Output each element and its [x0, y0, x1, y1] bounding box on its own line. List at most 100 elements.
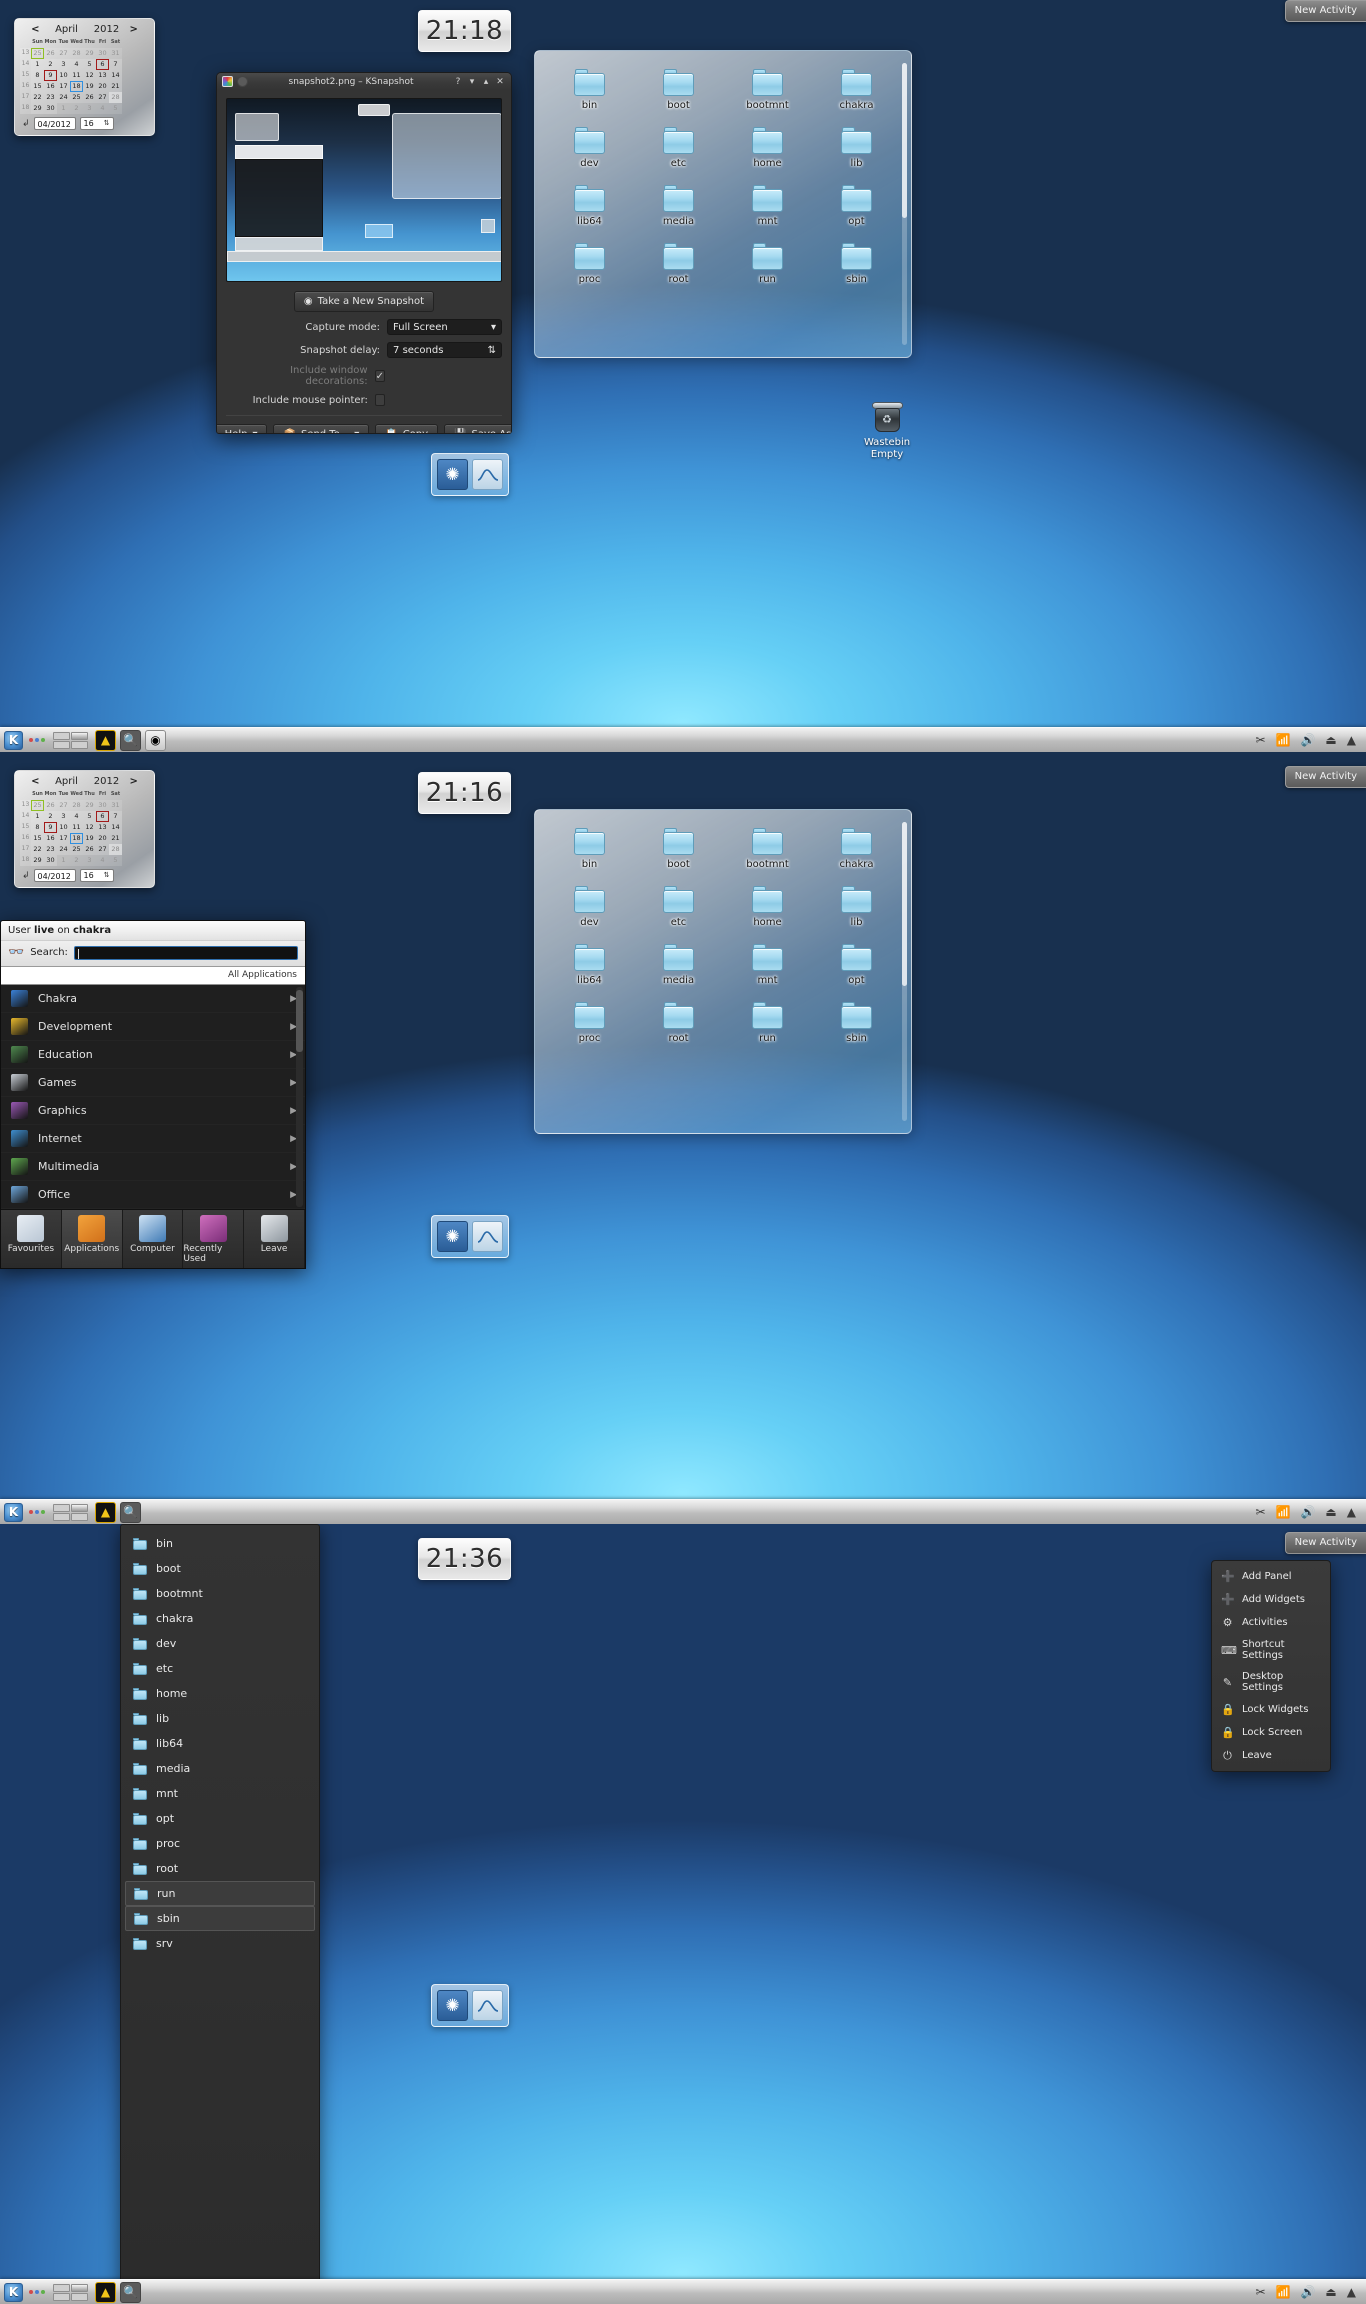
kickoff-category-item[interactable]: Development ▶ [1, 1013, 305, 1041]
kickoff-category-list[interactable]: Chakra ▶ Development ▶ Education ▶ Games ▶ Graph… [1, 985, 305, 1209]
calendar-day[interactable]: 11 [70, 822, 83, 833]
calendar-day[interactable]: 7 [109, 811, 122, 822]
calendar-day[interactable]: 31 [109, 800, 122, 811]
calendar-day[interactable]: 2 [70, 855, 83, 866]
folder-view-item[interactable]: opt [812, 944, 901, 986]
calendar-day[interactable]: 14 [109, 70, 122, 81]
calendar-day[interactable]: 31 [109, 48, 122, 59]
calendar-day[interactable]: 28 [109, 92, 122, 103]
calendar-day[interactable]: 24 [57, 844, 70, 855]
folder-list-item[interactable]: proc [121, 1831, 319, 1856]
take-new-snapshot-button[interactable]: ◉ Take a New Snapshot [293, 291, 435, 312]
desktop-context-menu[interactable]: ➕ Add Panel ➕ Add Widgets ⚙ Activities ⌨ Shortc… [1211, 1560, 1331, 1772]
context-menu-item[interactable]: ⚙ Activities [1212, 1611, 1330, 1634]
arrow-up-icon[interactable]: ▲ [1347, 1505, 1356, 1519]
folder-view-item[interactable]: root [634, 1002, 723, 1044]
kickoff-menu[interactable]: User live on chakra 👓 Search: All Applic… [0, 920, 306, 1269]
calendar-day[interactable]: 5 [109, 103, 122, 114]
digital-clock[interactable]: 21:18 [418, 10, 511, 52]
calendar-day[interactable]: 19 [83, 81, 96, 92]
calendar-day[interactable]: 1 [57, 103, 70, 114]
kickoff-tab-favourites[interactable]: Favourites [1, 1210, 62, 1268]
calendar-day[interactable]: 21 [109, 833, 122, 844]
calendar-day[interactable]: 3 [57, 811, 70, 822]
folder-list-item[interactable]: srv [121, 1931, 319, 1956]
monitor-app-icon[interactable] [472, 1990, 503, 2021]
folder-view-item[interactable]: etc [634, 886, 723, 928]
calendar-day[interactable]: 26 [83, 844, 96, 855]
activity-dots-icon[interactable] [29, 2290, 45, 2294]
folder-view-item[interactable]: lib [812, 127, 901, 169]
calendar-day[interactable]: 19 [83, 833, 96, 844]
calendar-day[interactable]: 20 [96, 81, 109, 92]
folder-view-widget[interactable]: bin boot bootmnt chakra dev etc home lib lib64 me… [534, 50, 912, 358]
kickoff-tab-applications[interactable]: Applications [61, 1210, 123, 1268]
system-monitor-icon[interactable]: ▲ [95, 1501, 116, 1523]
eject-icon[interactable]: ⏏ [1325, 733, 1336, 747]
folder-list-popup[interactable]: bin boot bootmnt chakra dev etc home lib lib64 me… [120, 1524, 320, 2304]
pager-page-2[interactable] [71, 2283, 88, 2292]
folder-list-item[interactable]: run [125, 1881, 315, 1906]
folder-view-item[interactable]: bin [545, 828, 634, 870]
pager-widget[interactable] [53, 731, 88, 749]
arrow-up-icon[interactable]: ▲ [1347, 2285, 1356, 2299]
folder-view-item[interactable]: mnt [723, 185, 812, 227]
reset-arrow-icon[interactable]: ↲ [22, 871, 30, 881]
task-launcher-widget[interactable]: ✺ [431, 453, 509, 496]
calendar-widget[interactable]: < April 2012 > Sun Mon Tue Wed Thu Fri Sat 13 25… [14, 770, 155, 888]
folder-view-item[interactable]: boot [634, 69, 723, 111]
task-launcher-widget[interactable]: ✺ [431, 1215, 509, 1258]
eject-icon[interactable]: ⏏ [1325, 1505, 1336, 1519]
calendar-day[interactable]: 7 [109, 59, 122, 70]
folder-view-item[interactable]: root [634, 243, 723, 285]
new-activity-tab[interactable]: New Activity [1284, 1532, 1366, 1554]
new-activity-tab[interactable]: New Activity [1284, 0, 1366, 22]
calendar-day[interactable]: 27 [57, 800, 70, 811]
help-window-icon[interactable]: ? [452, 76, 464, 88]
context-menu-item[interactable]: ⏻ Leave [1212, 1744, 1330, 1767]
folder-list-item[interactable]: mnt [121, 1781, 319, 1806]
pager-page-4[interactable] [71, 2292, 88, 2301]
folder-view-item[interactable]: bootmnt [723, 828, 812, 870]
calendar-day[interactable]: 10 [57, 822, 70, 833]
spinner-updown-icon[interactable]: ⇅ [488, 345, 496, 356]
context-menu-item[interactable]: ➕ Add Panel [1212, 1565, 1330, 1588]
folder-view-item[interactable]: media [634, 944, 723, 986]
calendar-day[interactable]: 5 [83, 811, 96, 822]
system-tray[interactable]: ✂ 📶 🔊 ⏏ ▲ [1255, 1505, 1362, 1519]
pager-page-1[interactable] [53, 2283, 70, 2292]
new-activity-tab[interactable]: New Activity [1284, 766, 1366, 788]
calendar-day[interactable]: 22 [31, 92, 44, 103]
calendar-next-button[interactable]: > [130, 24, 138, 35]
minimize-icon[interactable]: ▾ [466, 76, 478, 88]
calendar-day[interactable]: 1 [31, 59, 44, 70]
folder-view-item[interactable]: chakra [812, 69, 901, 111]
digital-clock[interactable]: 21:16 [418, 772, 511, 814]
calendar-day[interactable]: 20 [96, 833, 109, 844]
calendar-day[interactable]: 3 [83, 855, 96, 866]
calendar-date-field[interactable]: 04/2012 [33, 869, 76, 882]
pager-page-4[interactable] [71, 740, 88, 749]
kickoff-tab-computer[interactable]: Computer [123, 1210, 184, 1268]
calendar-day[interactable]: 16 [44, 833, 57, 844]
calendar-day[interactable]: 27 [96, 92, 109, 103]
pager-page-3[interactable] [53, 1512, 70, 1521]
folder-view-item[interactable]: lib64 [545, 944, 634, 986]
calendar-prev-button[interactable]: < [31, 24, 39, 35]
folder-view-item[interactable]: mnt [723, 944, 812, 986]
ksnapshot-window[interactable]: snapshot2.png – KSnapshot ? ▾ ▴ ✕ ◉ Take… [216, 72, 512, 434]
folder-view-widget[interactable]: bin boot bootmnt chakra dev etc home lib lib64 me… [534, 809, 912, 1134]
folder-view-item[interactable]: chakra [812, 828, 901, 870]
activity-dots-icon[interactable] [29, 1510, 45, 1514]
kickoff-search-row[interactable]: 👓 Search: [1, 941, 305, 967]
reset-arrow-icon[interactable]: ↲ [22, 119, 30, 129]
folder-view-item[interactable]: dev [545, 886, 634, 928]
pager-page-1[interactable] [53, 1503, 70, 1512]
folder-view-item[interactable]: bin [545, 69, 634, 111]
calendar-day[interactable]: 1 [31, 811, 44, 822]
calendar-day[interactable]: 1 [57, 855, 70, 866]
network-icon[interactable]: 📶 [1276, 2285, 1291, 2299]
pager-page-2[interactable] [71, 731, 88, 740]
calendar-day[interactable]: 25 [31, 800, 44, 811]
activity-dots-icon[interactable] [29, 738, 45, 742]
